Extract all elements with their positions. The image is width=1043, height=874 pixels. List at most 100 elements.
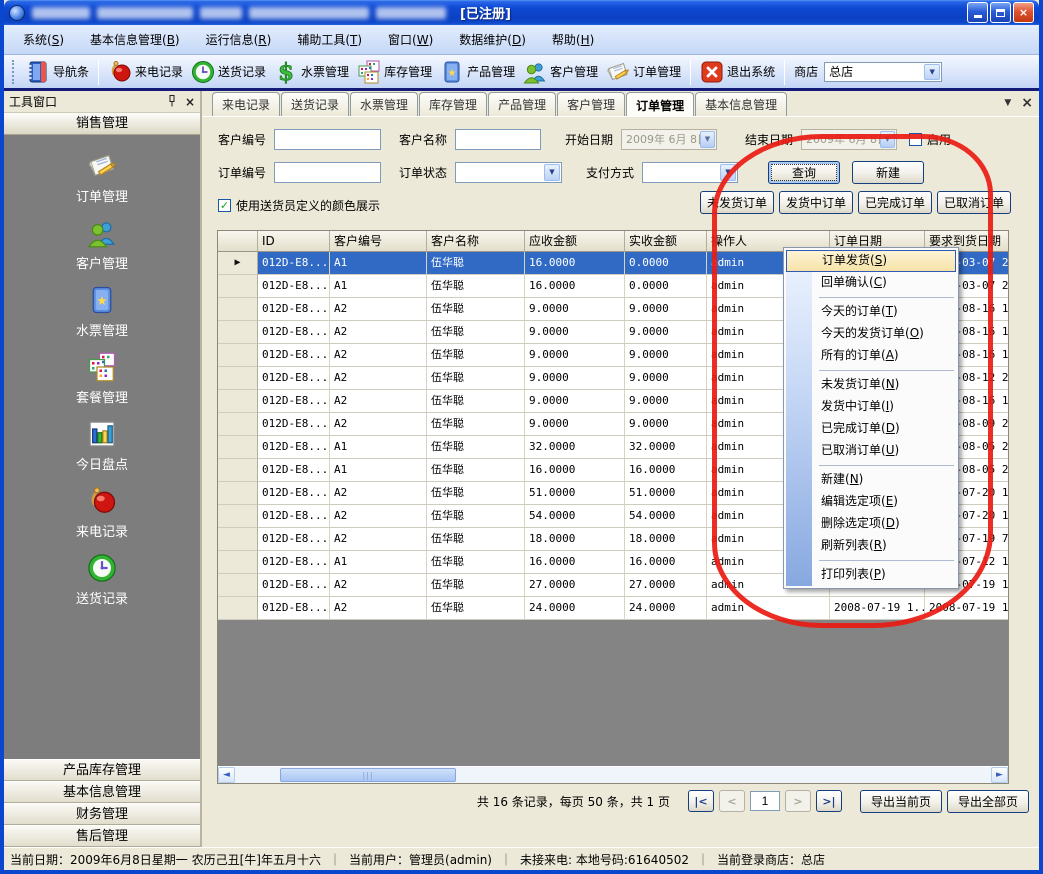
toolbar-delivery-records-button[interactable]: 送货记录	[187, 58, 270, 86]
first-page-button[interactable]: |<	[688, 790, 714, 812]
context-menu-all-orders[interactable]: 所有的订单(A)	[786, 345, 956, 367]
toolbar-order-button[interactable]: 订单管理	[602, 58, 685, 86]
export-current-page-button[interactable]: 导出当前页	[860, 790, 942, 813]
page-number-input[interactable]	[750, 791, 780, 811]
close-icon[interactable]: ×	[185, 96, 195, 108]
chevron-down-icon[interactable]: ▼	[700, 131, 715, 148]
cancelled-orders-button[interactable]: 已取消订单	[937, 191, 1011, 214]
store-select[interactable]: 总店▼	[824, 62, 942, 82]
start-date-picker[interactable]: 2009年 6月 8日 ▼	[621, 129, 717, 150]
customer-name-input[interactable]	[455, 129, 541, 150]
toolbar-water-ticket-button[interactable]: $水票管理	[270, 58, 353, 86]
column-header-id[interactable]: ID	[258, 231, 330, 252]
customer-code-input[interactable]	[274, 129, 381, 150]
context-menu-unshipped-orders[interactable]: 未发货订单(N)	[786, 374, 956, 396]
cell-customer_name: 伍华聪	[427, 413, 525, 436]
context-menu-edit-selected[interactable]: 编辑选定项(E)	[786, 491, 956, 513]
menu-aux-tools[interactable]: 辅助工具(T)	[284, 26, 375, 53]
end-date-picker[interactable]: 2009年 6月 8日 ▼	[801, 129, 897, 150]
sidebar-item-delivery-records[interactable]: 送货记录	[76, 553, 128, 607]
menu-basic-info[interactable]: 基本信息管理(B)	[77, 26, 193, 53]
chevron-down-icon[interactable]: ▼	[880, 131, 895, 148]
close-button[interactable]: ×	[1013, 2, 1034, 23]
sidebar-item-water-ticket[interactable]: ★水票管理	[76, 285, 128, 339]
cell-receivable_amount: 9.0000	[525, 298, 625, 321]
tab-产品管理[interactable]: 产品管理	[488, 92, 556, 116]
context-menu-today-shipped-orders[interactable]: 今天的发货订单(O)	[786, 323, 956, 345]
chevron-down-icon[interactable]: ▼	[720, 164, 736, 181]
completed-orders-button[interactable]: 已完成订单	[858, 191, 932, 214]
enable-checkbox[interactable]	[909, 133, 922, 146]
menu-runtime-info[interactable]: 运行信息(R)	[193, 26, 285, 53]
toolbar-grip[interactable]	[12, 60, 18, 84]
toolbar-inventory-button[interactable]: 库存管理	[353, 58, 436, 86]
cell-customer_code: A2	[330, 344, 427, 367]
scroll-left-icon[interactable]: ◄	[218, 767, 235, 783]
maximize-button[interactable]	[990, 2, 1011, 23]
column-header-receivable_amount[interactable]: 应收金额	[525, 231, 625, 252]
minimize-button[interactable]	[967, 2, 988, 23]
sidebar-group-财务管理[interactable]: 财务管理	[4, 803, 200, 825]
menu-data-maintenance[interactable]: 数据维护(D)	[446, 26, 539, 53]
sidebar-item-call-records[interactable]: 来电记录	[76, 486, 128, 540]
scrollbar-thumb[interactable]: |||	[280, 768, 456, 782]
table-row[interactable]: 012D-E8...A2伍华聪24.000024.0000admin2008-0…	[218, 597, 1008, 620]
new-button[interactable]: 新建	[852, 161, 924, 184]
column-header-received_amount[interactable]: 实收金额	[625, 231, 707, 252]
column-header-row_indicator[interactable]	[218, 231, 258, 252]
chevron-down-icon[interactable]: ▼	[924, 64, 940, 80]
sidebar-item-order[interactable]: 订单管理	[76, 151, 128, 205]
context-menu-today-orders[interactable]: 今天的订单(T)	[786, 301, 956, 323]
tab-水票管理[interactable]: 水票管理	[350, 92, 418, 116]
courier-color-checkbox[interactable]: ✓	[218, 199, 231, 212]
sidebar-group-基本信息管理[interactable]: 基本信息管理	[4, 781, 200, 803]
shipping-orders-button[interactable]: 发货中订单	[779, 191, 853, 214]
context-menu-cancelled-orders[interactable]: 已取消订单(U)	[786, 440, 956, 462]
context-menu-print-list[interactable]: 打印列表(P)	[786, 564, 956, 586]
payment-method-select[interactable]: ▼	[642, 162, 738, 183]
export-all-pages-button[interactable]: 导出全部页	[947, 790, 1029, 813]
tab-来电记录[interactable]: 来电记录	[212, 92, 280, 116]
column-header-customer_code[interactable]: 客户编号	[330, 231, 427, 252]
context-menu-delete-selected[interactable]: 删除选定项(D)	[786, 513, 956, 535]
prev-page-button[interactable]: <	[719, 790, 745, 812]
sidebar-group-产品库存管理[interactable]: 产品库存管理	[4, 759, 200, 781]
toolbar-product-button[interactable]: ★产品管理	[436, 58, 519, 86]
tab-订单管理[interactable]: 订单管理	[626, 92, 694, 117]
horizontal-scrollbar[interactable]: ◄ ||| ►	[218, 766, 1008, 783]
menu-window[interactable]: 窗口(W)	[375, 26, 446, 53]
context-menu-refresh-list[interactable]: 刷新列表(R)	[786, 535, 956, 557]
tab-库存管理[interactable]: 库存管理	[419, 92, 487, 116]
column-header-customer_name[interactable]: 客户名称	[427, 231, 525, 252]
unshipped-orders-button[interactable]: 未发货订单	[700, 191, 774, 214]
order-code-input[interactable]	[274, 162, 381, 183]
chevron-down-icon[interactable]: ▼	[544, 164, 560, 181]
menu-system[interactable]: 系统(S)	[10, 26, 77, 53]
context-menu-shipping-orders[interactable]: 发货中订单(I)	[786, 396, 956, 418]
tab-送货记录[interactable]: 送货记录	[281, 92, 349, 116]
last-page-button[interactable]: >|	[816, 790, 842, 812]
context-menu-ship-order[interactable]: 订单发货(S)	[786, 250, 956, 272]
tab-基本信息管理[interactable]: 基本信息管理	[695, 92, 787, 116]
context-menu-new-order[interactable]: 新建(N)	[786, 469, 956, 491]
toolbar-call-records-button[interactable]: 来电记录	[104, 58, 187, 86]
scroll-right-icon[interactable]: ►	[991, 767, 1008, 783]
sidebar-item-today-check[interactable]: 今日盘点	[76, 419, 128, 473]
context-menu-completed-orders[interactable]: 已完成订单(D)	[786, 418, 956, 440]
sidebar-item-customer[interactable]: 客户管理	[76, 218, 128, 272]
tab-客户管理[interactable]: 客户管理	[557, 92, 625, 116]
context-menu-confirm-receipt[interactable]: 回单确认(C)	[786, 272, 956, 294]
tab-list-dropdown-icon[interactable]: ▼	[1004, 98, 1011, 108]
sidebar-group-售后管理[interactable]: 售后管理	[4, 825, 200, 847]
toolbar-nav-strip-button[interactable]: 导航条	[22, 58, 93, 86]
tab-close-icon[interactable]: ×	[1021, 95, 1033, 111]
next-page-button[interactable]: >	[785, 790, 811, 812]
toolbar-customer-button[interactable]: 客户管理	[519, 58, 602, 86]
sidebar-group-sales[interactable]: 销售管理	[4, 113, 200, 135]
order-status-select[interactable]: ▼	[455, 162, 562, 183]
pin-icon[interactable]	[167, 95, 177, 109]
toolbar-exit-button[interactable]: 退出系统	[696, 58, 779, 86]
query-button[interactable]: 查询	[768, 161, 840, 184]
menu-help[interactable]: 帮助(H)	[539, 26, 607, 53]
sidebar-item-package[interactable]: 套餐管理	[76, 352, 128, 406]
